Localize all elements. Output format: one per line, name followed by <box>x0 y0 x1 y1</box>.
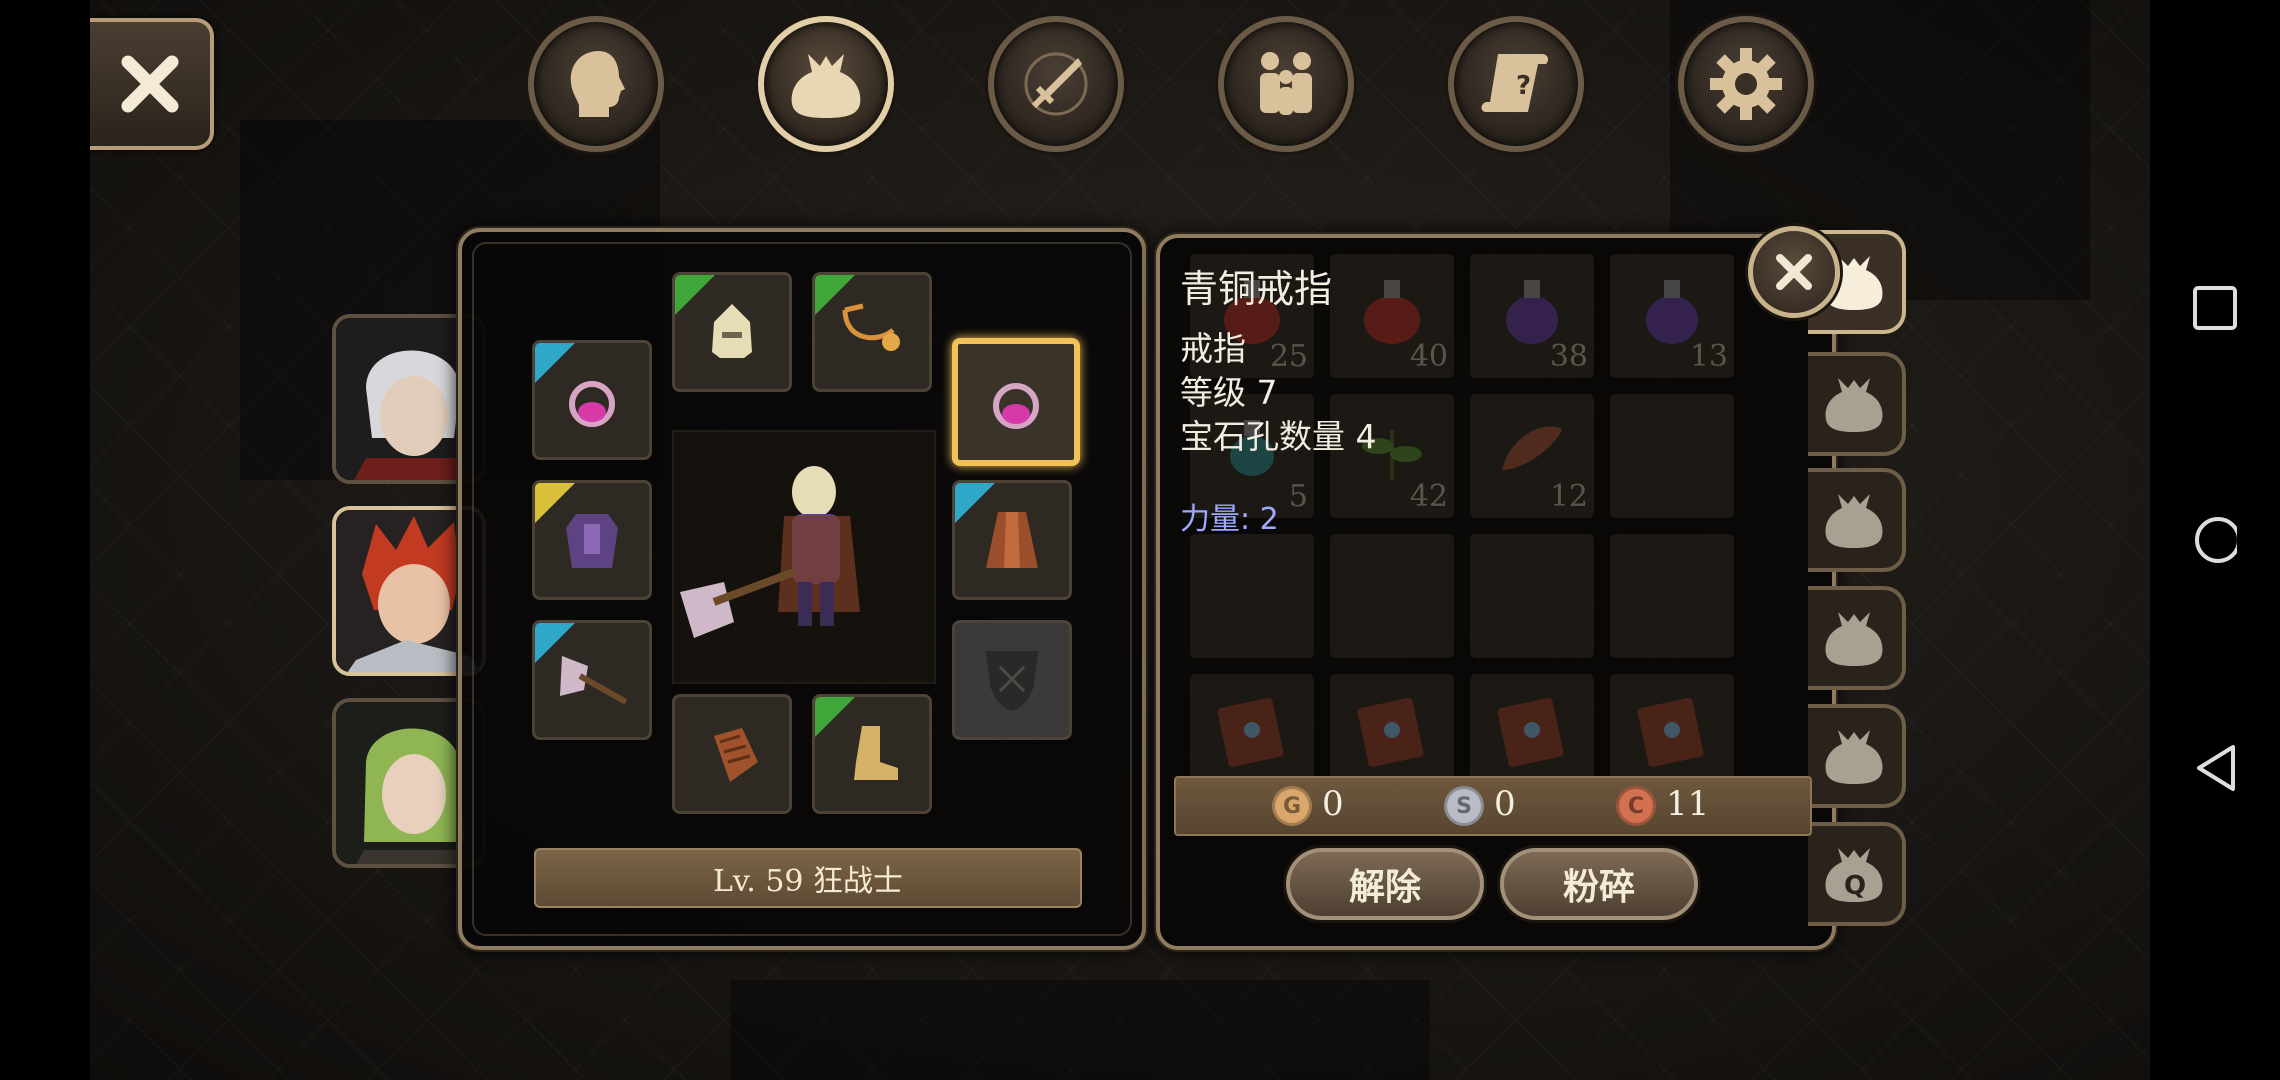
slot-necklace[interactable] <box>812 272 932 392</box>
gloves-icon <box>714 728 758 782</box>
item-type: 戒指 <box>1180 329 1246 368</box>
inventory-slot[interactable]: 12 <box>1470 394 1594 518</box>
close-icon <box>1776 254 1812 290</box>
currency-bar: G 0 S 0 C 11 <box>1174 776 1812 836</box>
inventory-slot[interactable]: 40 <box>1330 254 1454 378</box>
party-people-icon <box>1260 52 1312 115</box>
slot-ring-right-selected[interactable] <box>952 338 1080 466</box>
ring-icon <box>993 383 1039 429</box>
bag-icon <box>1825 378 1883 432</box>
svg-text:Q: Q <box>1844 871 1866 901</box>
tab-quests[interactable]: ? <box>1448 16 1584 152</box>
feather-icon <box>1492 410 1572 494</box>
copper-coin-icon: C <box>1616 786 1656 826</box>
back-icon[interactable] <box>2193 745 2237 791</box>
slot-shield-empty[interactable] <box>952 620 1072 740</box>
slot-weapon[interactable] <box>532 620 652 740</box>
book-icon <box>1212 690 1292 774</box>
close-icon <box>121 55 179 113</box>
home-icon[interactable] <box>2193 517 2237 563</box>
bag-icon <box>1825 730 1883 784</box>
bag-tab-2[interactable] <box>1808 352 1906 456</box>
unequip-button[interactable]: 解除 <box>1286 848 1484 920</box>
inventory-slot[interactable]: 13 <box>1610 254 1734 378</box>
inventory-slot[interactable] <box>1190 534 1314 658</box>
item-name: 青铜戒指 <box>1180 267 1333 311</box>
item-count: 5 <box>1288 479 1308 514</box>
inventory-slot[interactable] <box>1610 394 1734 518</box>
head-silhouette-icon <box>570 51 625 117</box>
slot-gloves[interactable] <box>672 694 792 814</box>
inventory-slot[interactable] <box>1610 534 1734 658</box>
slot-armor[interactable] <box>532 480 652 600</box>
item-count <box>1448 654 1454 658</box>
gear-icon <box>1710 48 1782 120</box>
bag-tab-quest[interactable]: Q <box>1808 822 1906 926</box>
shield-placeholder-icon <box>986 651 1038 711</box>
close-tooltip-button[interactable] <box>1748 226 1840 318</box>
slot-boots[interactable] <box>812 694 932 814</box>
inventory-slot[interactable]: 38 <box>1470 254 1594 378</box>
item-stat-strength: 力量: 2 <box>1180 502 1279 537</box>
gold-amount: 0 <box>1322 784 1344 824</box>
tab-settings[interactable] <box>1678 16 1814 152</box>
book-icon <box>1492 690 1572 774</box>
tab-skills[interactable] <box>988 16 1124 152</box>
smash-button[interactable]: 粉碎 <box>1500 848 1698 920</box>
inventory-panel: 25 40 38 13 5 42 12 <box>1156 234 1836 950</box>
svg-text:?: ? <box>1516 71 1531 101</box>
book-icon <box>1632 690 1712 774</box>
item-count <box>1308 654 1314 658</box>
tab-inventory[interactable] <box>758 16 894 152</box>
quest-bag-icon: Q <box>1825 848 1883 902</box>
character-preview <box>672 430 936 684</box>
tab-party[interactable] <box>1218 16 1354 152</box>
character-level-class: Lv. 59 狂战士 <box>534 848 1082 908</box>
bag-icon <box>1825 612 1883 666</box>
close-menu-button[interactable] <box>90 18 214 150</box>
red-potion-icon <box>1352 270 1432 354</box>
bag-tab-3[interactable] <box>1808 468 1906 572</box>
slot-cape[interactable] <box>952 480 1072 600</box>
item-count <box>1588 654 1594 658</box>
purple-potion-icon <box>1492 270 1572 354</box>
equipment-panel: Lv. 59 狂战士 <box>458 228 1146 950</box>
bag-icon <box>1825 494 1883 548</box>
purple-potion-icon <box>1632 270 1712 354</box>
silver-amount: 0 <box>1494 784 1516 824</box>
book-icon <box>1352 690 1432 774</box>
inventory-slot[interactable] <box>1470 534 1594 658</box>
sword-compass-icon <box>1024 52 1088 116</box>
tab-character[interactable] <box>528 16 664 152</box>
item-count <box>1728 514 1734 518</box>
bag-icon <box>791 54 861 118</box>
bag-tab-5[interactable] <box>1808 704 1906 808</box>
slot-ring-left[interactable] <box>532 340 652 460</box>
gold-coin-icon: G <box>1272 786 1312 826</box>
item-count <box>1728 654 1734 658</box>
copper-amount: 11 <box>1666 784 1710 824</box>
bag-tab-4[interactable] <box>1808 586 1906 690</box>
scroll-question-icon: ? <box>1481 54 1549 112</box>
silver-coin-icon: S <box>1444 786 1484 826</box>
item-level: 等级 7 <box>1180 373 1278 412</box>
berserker-sprite-icon <box>680 466 860 638</box>
slot-helmet[interactable] <box>672 272 792 392</box>
inventory-slot[interactable] <box>1330 534 1454 658</box>
item-socket-count: 宝石孔数量 4 <box>1180 417 1377 456</box>
recent-apps-icon[interactable] <box>2193 286 2237 330</box>
